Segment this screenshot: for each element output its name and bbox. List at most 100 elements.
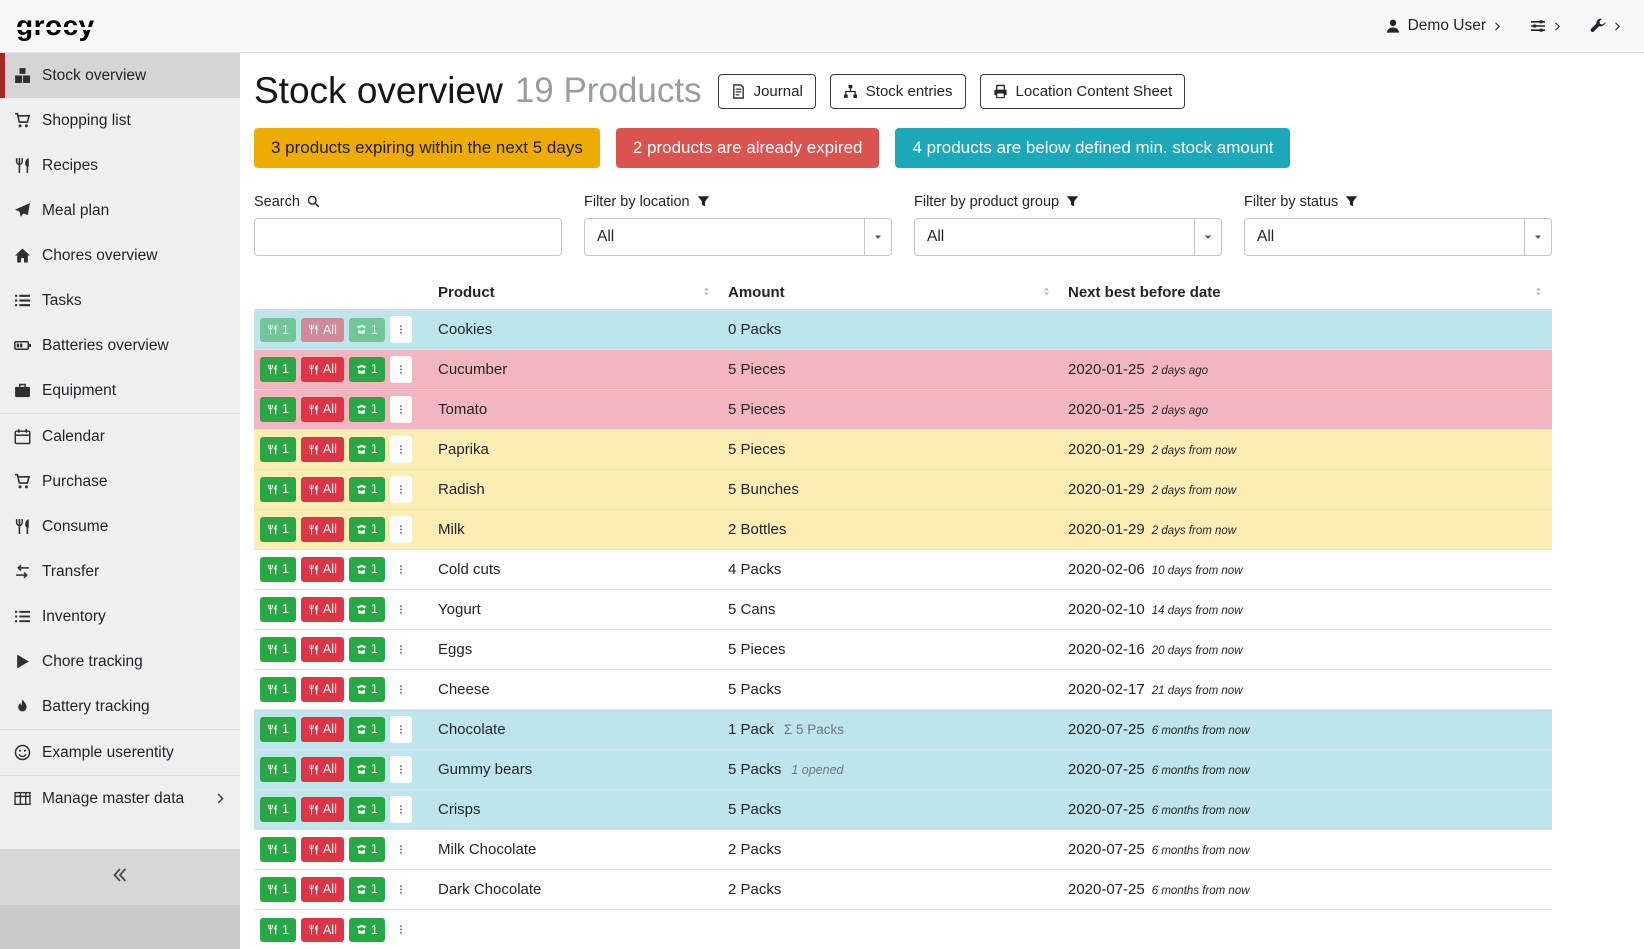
row-menu-button[interactable]	[390, 676, 412, 703]
open-one-button[interactable]: 1	[349, 757, 385, 782]
column-header-product[interactable]: Product	[430, 280, 720, 310]
sidebar-item-battery-tracking[interactable]: Battery tracking	[0, 684, 240, 729]
below-min-stock-banner[interactable]: 4 products are below defined min. stock …	[895, 128, 1290, 168]
consume-one-button[interactable]: 1	[260, 477, 296, 502]
consume-one-button[interactable]: 1	[260, 717, 296, 742]
consume-one-button[interactable]: 1	[260, 517, 296, 542]
consume-all-button[interactable]: All	[301, 717, 344, 742]
sidebar-item-equipment[interactable]: Equipment	[0, 368, 240, 413]
open-one-button[interactable]: 1	[349, 557, 385, 582]
consume-one-button[interactable]: 1	[260, 918, 296, 943]
sidebar-item-tasks[interactable]: Tasks	[0, 278, 240, 323]
sidebar-item-meal-plan[interactable]: Meal plan	[0, 188, 240, 233]
open-one-button[interactable]: 1	[349, 517, 385, 542]
consume-all-button[interactable]: All	[301, 517, 344, 542]
row-menu-button[interactable]	[390, 876, 412, 903]
sidebar-item-stock-overview[interactable]: Stock overview	[0, 53, 240, 98]
column-header-amount[interactable]: Amount	[720, 280, 1060, 310]
consume-all-button[interactable]: All	[301, 557, 344, 582]
open-one-button[interactable]: 1	[349, 717, 385, 742]
open-one-button[interactable]: 1	[349, 877, 385, 902]
consume-all-button[interactable]: All	[301, 757, 344, 782]
consume-all-button[interactable]: All	[301, 437, 344, 462]
open-one-button[interactable]: 1	[349, 677, 385, 702]
sidebar-item-shopping-list[interactable]: Shopping list	[0, 98, 240, 143]
search-input[interactable]	[254, 218, 562, 256]
open-one-button[interactable]: 1	[349, 397, 385, 422]
sidebar-item-inventory[interactable]: Inventory	[0, 594, 240, 639]
row-menu-button[interactable]	[390, 716, 412, 743]
consume-one-button[interactable]: 1	[260, 557, 296, 582]
sidebar-item-batteries-overview[interactable]: Batteries overview	[0, 323, 240, 368]
sidebar-collapse-button[interactable]	[0, 849, 240, 905]
sort-icon[interactable]	[1041, 286, 1052, 297]
stock-entries-button[interactable]: Stock entries	[830, 74, 966, 109]
open-one-button[interactable]: 1	[349, 318, 385, 343]
sort-icon[interactable]	[701, 286, 712, 297]
consume-one-button[interactable]: 1	[260, 837, 296, 862]
user-menu[interactable]: Demo User	[1385, 17, 1502, 35]
sidebar-item-manage-master-data[interactable]: Manage master data	[0, 775, 240, 821]
row-menu-button[interactable]	[390, 516, 412, 543]
consume-all-button[interactable]: All	[301, 357, 344, 382]
settings-menu[interactable]	[1530, 18, 1562, 34]
open-one-button[interactable]: 1	[349, 437, 385, 462]
sidebar-item-chores-overview[interactable]: Chores overview	[0, 233, 240, 278]
expired-banner[interactable]: 2 products are already expired	[616, 128, 880, 168]
row-menu-button[interactable]	[390, 596, 412, 623]
consume-all-button[interactable]: All	[301, 477, 344, 502]
consume-all-button[interactable]: All	[301, 918, 344, 943]
row-menu-button[interactable]	[390, 636, 412, 663]
column-header-next-best-before-date[interactable]: Next best before date	[1060, 280, 1552, 310]
sidebar-item-purchase[interactable]: Purchase	[0, 459, 240, 504]
consume-one-button[interactable]: 1	[260, 797, 296, 822]
admin-tools-menu[interactable]	[1590, 18, 1622, 34]
app-logo[interactable]: grocy	[16, 12, 95, 40]
open-one-button[interactable]: 1	[349, 357, 385, 382]
consume-all-button[interactable]: All	[301, 637, 344, 662]
consume-all-button[interactable]: All	[301, 677, 344, 702]
open-one-button[interactable]: 1	[349, 797, 385, 822]
row-menu-button[interactable]	[390, 356, 412, 383]
consume-one-button[interactable]: 1	[260, 357, 296, 382]
consume-one-button[interactable]: 1	[260, 397, 296, 422]
sidebar-item-example-userentity[interactable]: Example userentity	[0, 729, 240, 775]
row-menu-button[interactable]	[390, 796, 412, 823]
journal-button[interactable]: Journal	[718, 74, 816, 109]
consume-all-button[interactable]: All	[301, 797, 344, 822]
row-menu-button[interactable]	[390, 556, 412, 583]
consume-one-button[interactable]: 1	[260, 877, 296, 902]
sidebar-item-consume[interactable]: Consume	[0, 504, 240, 549]
consume-one-button[interactable]: 1	[260, 318, 296, 343]
sort-icon[interactable]	[1533, 286, 1544, 297]
expiring-banner[interactable]: 3 products expiring within the next 5 da…	[254, 128, 600, 168]
sidebar-item-recipes[interactable]: Recipes	[0, 143, 240, 188]
location-content-sheet-button[interactable]: Location Content Sheet	[980, 74, 1186, 109]
consume-all-button[interactable]: All	[301, 397, 344, 422]
sidebar-item-calendar[interactable]: Calendar	[0, 413, 240, 459]
row-menu-button[interactable]	[390, 476, 412, 503]
open-one-button[interactable]: 1	[349, 477, 385, 502]
consume-all-button[interactable]: All	[301, 837, 344, 862]
consume-one-button[interactable]: 1	[260, 597, 296, 622]
filter-by-location-select[interactable]: All	[584, 218, 892, 256]
consume-all-button[interactable]: All	[301, 877, 344, 902]
row-menu-button[interactable]	[390, 396, 412, 423]
row-menu-button[interactable]	[390, 836, 412, 863]
filter-by-status-select[interactable]: All	[1244, 218, 1552, 256]
row-menu-button[interactable]	[390, 436, 412, 463]
consume-one-button[interactable]: 1	[260, 437, 296, 462]
open-one-button[interactable]: 1	[349, 597, 385, 622]
sidebar-item-transfer[interactable]: Transfer	[0, 549, 240, 594]
open-one-button[interactable]: 1	[349, 837, 385, 862]
open-one-button[interactable]: 1	[349, 918, 385, 943]
consume-one-button[interactable]: 1	[260, 637, 296, 662]
consume-all-button[interactable]: All	[301, 318, 344, 343]
row-menu-button[interactable]	[390, 316, 412, 343]
consume-one-button[interactable]: 1	[260, 757, 296, 782]
row-menu-button[interactable]	[390, 756, 412, 783]
consume-one-button[interactable]: 1	[260, 677, 296, 702]
sidebar-item-chore-tracking[interactable]: Chore tracking	[0, 639, 240, 684]
filter-by-product-group-select[interactable]: All	[914, 218, 1222, 256]
open-one-button[interactable]: 1	[349, 637, 385, 662]
